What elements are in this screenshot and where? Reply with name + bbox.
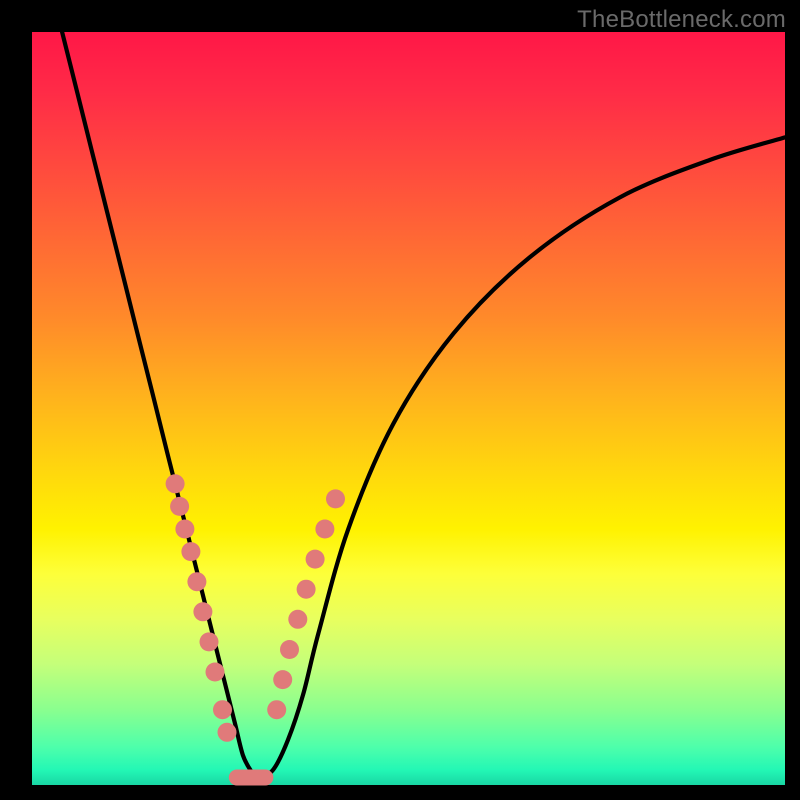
chart-svg xyxy=(32,32,785,785)
marker-dot xyxy=(306,550,325,569)
marker-dot xyxy=(213,700,232,719)
bottleneck-curve xyxy=(62,32,785,778)
marker-dot xyxy=(166,474,185,493)
marker-dot xyxy=(326,489,345,508)
marker-dot xyxy=(280,640,299,659)
chart-frame: TheBottleneck.com xyxy=(0,0,800,800)
marker-dot xyxy=(315,520,334,539)
marker-dot xyxy=(200,632,219,651)
marker-dot xyxy=(267,700,286,719)
marker-cluster-left xyxy=(166,474,237,742)
marker-dot xyxy=(187,572,206,591)
watermark-text: TheBottleneck.com xyxy=(577,6,786,34)
marker-dot xyxy=(206,663,225,682)
marker-dot xyxy=(181,542,200,561)
marker-dot xyxy=(175,520,194,539)
marker-dot xyxy=(170,497,189,516)
marker-dot xyxy=(297,580,316,599)
marker-dot xyxy=(193,602,212,621)
marker-dot xyxy=(273,670,292,689)
marker-dot xyxy=(288,610,307,629)
marker-dot xyxy=(218,723,237,742)
